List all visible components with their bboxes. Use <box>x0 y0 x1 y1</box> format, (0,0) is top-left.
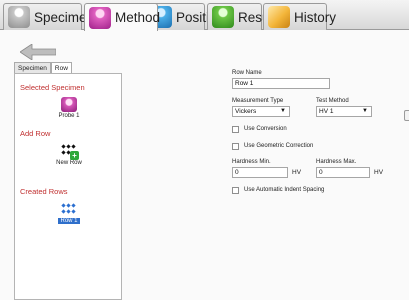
created-row-label: Row 1 <box>58 218 80 224</box>
test-method-value: HV 1 <box>319 108 334 115</box>
measurement-type-label: Measurement Type <box>232 98 284 104</box>
created-row-tile[interactable]: Row 1 <box>49 202 89 224</box>
new-row-icon: + <box>61 144 79 160</box>
use-geometric-correction-checkbox[interactable] <box>232 143 239 150</box>
new-row-tile[interactable]: + New Row <box>49 144 89 166</box>
row-name-label: Row Name <box>232 70 262 76</box>
more-button[interactable] <box>404 110 409 121</box>
method-icon <box>89 6 111 29</box>
created-rows-title: Created Rows <box>20 187 68 196</box>
hardness-max-label: Hardness Max. <box>316 159 357 165</box>
history-icon <box>268 6 290 28</box>
row-name-input[interactable]: Row 1 <box>232 78 330 89</box>
probe-icon <box>61 97 77 112</box>
new-row-label: New Row <box>56 160 82 166</box>
use-conversion-checkbox[interactable] <box>232 126 239 133</box>
tab-history-label: History <box>294 9 337 25</box>
main-tab-bar: Specimen Method Position Result History <box>0 0 409 31</box>
use-conversion-label: Use Conversion <box>244 126 287 132</box>
hardness-min-unit: HV <box>292 169 302 176</box>
specimen-icon <box>8 6 30 28</box>
sidebar: Specimen Row Selected Specimen Probe 1 A… <box>14 62 122 300</box>
hardness-min-label: Hardness Min. <box>232 159 271 165</box>
sidebar-panel: Selected Specimen Probe 1 Add Row + New … <box>14 73 122 300</box>
chevron-down-icon: ▼ <box>362 108 368 114</box>
measurement-type-select[interactable]: Vickers ▼ <box>232 106 290 117</box>
row-icon <box>61 202 77 217</box>
hardness-min-input[interactable]: 0 <box>232 167 288 178</box>
add-icon: + <box>70 151 79 160</box>
selected-specimen-label: Probe 1 <box>58 113 80 119</box>
back-arrow-icon[interactable] <box>20 44 56 60</box>
use-geometric-correction-label: Use Geometric Correction <box>244 143 314 149</box>
measurement-type-value: Vickers <box>235 108 257 115</box>
use-automatic-indent-spacing-checkbox[interactable] <box>232 187 239 194</box>
tab-result[interactable]: Result <box>207 3 276 30</box>
tab-method[interactable]: Method <box>84 3 161 31</box>
tab-history[interactable]: History <box>263 3 336 30</box>
result-icon <box>212 6 234 28</box>
use-automatic-indent-spacing-label: Use Automatic Indent Spacing <box>244 187 325 193</box>
tab-specimen[interactable]: Specimen <box>3 3 94 30</box>
hardness-max-unit: HV <box>374 169 384 176</box>
selected-specimen-tile[interactable]: Probe 1 <box>49 97 89 119</box>
hardness-max-input[interactable]: 0 <box>316 167 370 178</box>
tab-method-label: Method <box>115 10 161 25</box>
test-method-label: Test Method <box>316 98 349 104</box>
add-row-title: Add Row <box>20 129 51 138</box>
selected-specimen-title: Selected Specimen <box>20 83 85 92</box>
chevron-down-icon: ▼ <box>280 108 286 114</box>
test-method-select[interactable]: HV 1 ▼ <box>316 106 372 117</box>
